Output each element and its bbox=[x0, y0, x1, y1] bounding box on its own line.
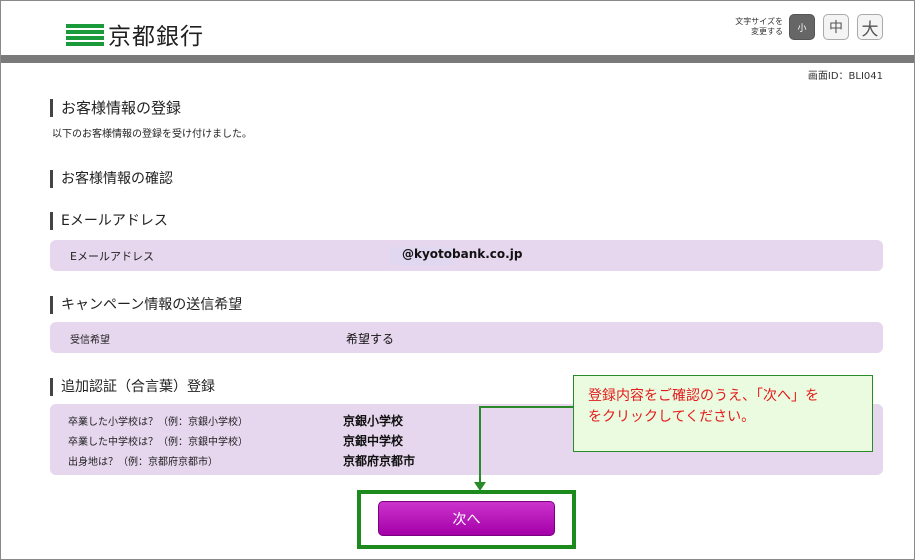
security-answer: 京銀小学校 bbox=[343, 414, 404, 428]
email-value: @kyotobank.co.jp bbox=[402, 247, 523, 261]
confirm-heading: お客様情報の確認 bbox=[50, 170, 173, 188]
screen-id: 画面ID：BLI041 bbox=[807, 71, 883, 82]
callout-connector bbox=[479, 406, 573, 408]
font-size-small-button[interactable]: 小 bbox=[789, 14, 815, 40]
email-label: Eメールアドレス bbox=[70, 250, 154, 263]
font-size-label: 文字サイズを 変更する bbox=[735, 17, 783, 36]
security-answer: 京都府京都市 bbox=[343, 454, 416, 468]
header: 京都銀行 文字サイズを 変更する 小 中 大 bbox=[1, 1, 914, 56]
security-heading: 追加認証（合言葉）登録 bbox=[50, 378, 215, 396]
campaign-value: 希望する bbox=[346, 332, 395, 346]
header-divider bbox=[1, 55, 914, 63]
page-description: 以下のお客様情報の登録を受け付けました。 bbox=[52, 129, 252, 140]
callout-connector-vertical bbox=[479, 406, 481, 484]
font-size-medium-button[interactable]: 中 bbox=[823, 14, 849, 40]
campaign-panel: 受信希望 希望する bbox=[50, 322, 883, 353]
campaign-label: 受信希望 bbox=[70, 335, 110, 346]
security-question: 卒業した中学校は？（例：京銀中学校） bbox=[68, 437, 248, 448]
instruction-callout: 登録内容をご確認のうえ、「次へ」を をクリックしてください。 bbox=[573, 375, 873, 452]
font-size-large-button[interactable]: 大 bbox=[857, 14, 883, 40]
page-title: お客様情報の登録 bbox=[50, 99, 181, 117]
email-panel: Eメールアドレス @kyotobank.co.jp bbox=[50, 240, 883, 271]
email-heading: Eメールアドレス bbox=[50, 212, 168, 230]
next-button[interactable]: 次へ bbox=[378, 501, 555, 536]
logo-text: 京都銀行 bbox=[108, 24, 204, 50]
page-frame bbox=[0, 0, 915, 560]
bank-logo[interactable]: 京都銀行 bbox=[66, 19, 204, 50]
security-question: 出身地は？（例：京都府京都市） bbox=[68, 457, 218, 468]
security-answer: 京銀中学校 bbox=[343, 434, 404, 448]
logo-mark-icon bbox=[66, 22, 104, 46]
campaign-heading: キャンペーン情報の送信希望 bbox=[50, 296, 242, 314]
security-question: 卒業した小学校は？（例：京銀小学校） bbox=[68, 417, 248, 428]
